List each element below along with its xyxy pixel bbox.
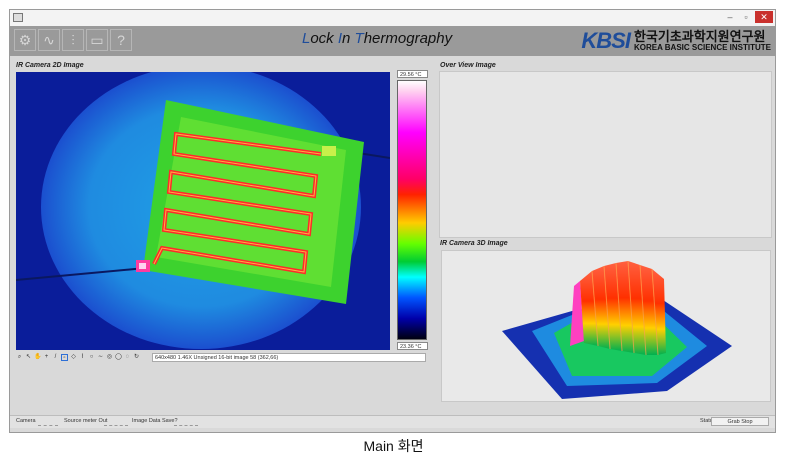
kbsi-logo: KBSI 한국기초과학지원연구원 KOREA BASIC SCIENCE INS… <box>581 28 771 54</box>
close-button[interactable]: ✕ <box>755 11 773 23</box>
figure-caption: Main 화면 <box>363 438 424 454</box>
polyline-icon[interactable]: ⌇ <box>79 354 86 361</box>
camera-label: Camera <box>16 418 36 424</box>
thermal-image <box>16 72 390 350</box>
point-icon[interactable]: ◌ <box>124 354 131 361</box>
zoom-icon[interactable]: ⌕ <box>16 354 23 361</box>
annulus-icon[interactable]: ◎ <box>106 354 113 361</box>
window-controls: – ▫ ✕ <box>723 11 773 23</box>
min-temp-spinner[interactable]: 23.36 °C <box>397 342 428 350</box>
ir3d-panel-label: IR Camera 3D Image <box>440 240 508 247</box>
ellipse-icon[interactable]: ○ <box>88 354 95 361</box>
title-part-ock: ock <box>310 30 338 47</box>
monitor-tool-icon[interactable]: ▭ <box>86 29 108 51</box>
overview-panel-label: Over View Image <box>440 62 496 69</box>
help-tool-icon[interactable]: ? <box>110 29 132 51</box>
rotated-rect-icon[interactable]: ◇ <box>70 354 77 361</box>
grab-stop-button[interactable]: Grab Stop <box>711 417 769 426</box>
waveform-tool-icon[interactable]: ∿ <box>38 29 60 51</box>
app-icon <box>13 13 23 22</box>
freehand-icon[interactable]: ∼ <box>97 354 104 361</box>
max-temp-spinner[interactable]: 29.56 °C <box>397 70 428 78</box>
image-save-label: Image Data Save? <box>132 418 178 424</box>
source-meter-label: Source meter Out <box>64 418 108 424</box>
image-info-readout: 640x480 1.46X Unsigned 16-bit image 58 (… <box>152 353 426 362</box>
title-letter-t: T <box>354 30 364 47</box>
title-part-n: n <box>342 30 355 47</box>
logo-mark: KBSI <box>581 28 631 53</box>
pan-icon[interactable]: ↻ <box>133 354 140 361</box>
pointer-icon[interactable]: ↖ <box>25 354 32 361</box>
temperature-colorbar <box>397 80 427 340</box>
title-bar: – ▫ ✕ <box>10 10 775 26</box>
circle-icon[interactable]: ◯ <box>115 354 122 361</box>
overview-image[interactable] <box>439 71 772 238</box>
line-icon[interactable]: / <box>52 354 59 361</box>
hot-spot-right <box>322 146 336 156</box>
crosshair-icon[interactable]: + <box>43 354 50 361</box>
maximize-button[interactable]: ▫ <box>739 11 753 23</box>
image-toolbar: ⌕ ↖ ✋ + / ▫ ◇ ⌇ ○ ∼ ◎ ◯ ◌ ↻ 640x480 1.46… <box>16 353 428 363</box>
ir-camera-2d-image[interactable] <box>16 72 390 350</box>
ir-camera-3d-image[interactable] <box>441 250 771 402</box>
hand-icon[interactable]: ✋ <box>34 354 41 361</box>
ir2d-panel-label: IR Camera 2D Image <box>16 62 84 69</box>
app-window: – ▫ ✕ ⚙ ∿ ⫶ ▭ ? Lock In Thermography KBS… <box>9 9 776 433</box>
settings-tool-icon[interactable]: ⚙ <box>14 29 36 51</box>
bottom-status-bar: Camera Source meter Out Image Data Save?… <box>10 415 775 428</box>
logo-english-name: KOREA BASIC SCIENCE INSTITUTE <box>633 43 771 52</box>
rectangle-icon[interactable]: ▫ <box>61 354 68 361</box>
minimize-button[interactable]: – <box>723 11 737 23</box>
logo-korean-name: 한국기초과학지원연구원 <box>633 29 766 44</box>
thermal-3d-surface <box>502 260 732 399</box>
surface-peaks <box>570 260 666 356</box>
app-title: Lock In Thermography <box>302 30 452 47</box>
sliders-tool-icon[interactable]: ⫶ <box>62 29 84 51</box>
title-part-hermography: hermography <box>363 30 453 47</box>
